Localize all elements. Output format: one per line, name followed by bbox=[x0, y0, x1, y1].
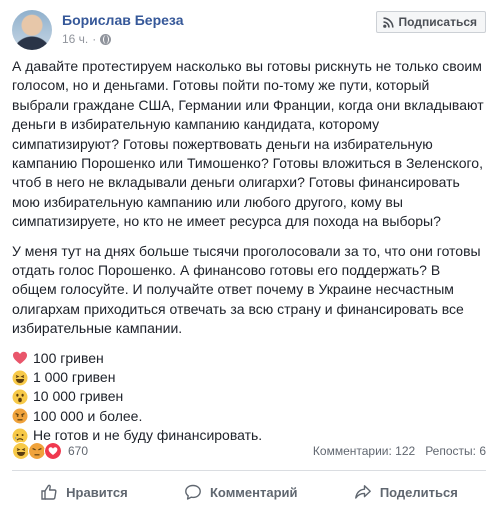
love-icon bbox=[44, 442, 62, 460]
heart-icon bbox=[12, 350, 28, 366]
post-header: Борислав Береза 16 ч. · Подписаться bbox=[12, 10, 486, 54]
option-label: 100 000 и более. bbox=[33, 407, 143, 424]
share-button[interactable]: Поделиться bbox=[344, 477, 468, 507]
comment-button[interactable]: Комментарий bbox=[174, 477, 308, 507]
reactions-bar: 670 Комментарии: 122 Репосты: 6 bbox=[12, 440, 486, 462]
share-icon bbox=[354, 485, 371, 499]
shares-count[interactable]: Репосты: 6 bbox=[425, 444, 486, 458]
engagement-counts: Комментарии: 122 Репосты: 6 bbox=[303, 444, 486, 458]
option-row: 10 000 гривен bbox=[12, 387, 484, 406]
author-avatar[interactable] bbox=[12, 10, 52, 50]
meta-separator: · bbox=[92, 32, 97, 46]
subscribe-button[interactable]: Подписаться bbox=[375, 11, 486, 33]
post-text: А давайте протестируем насколько вы гото… bbox=[12, 57, 484, 445]
comment-label: Комментарий bbox=[209, 484, 298, 500]
globe-icon[interactable] bbox=[100, 33, 112, 45]
action-bar: Нравится Комментарий Поделиться bbox=[12, 476, 486, 508]
divider bbox=[12, 470, 486, 471]
option-row: 100 000 и более. bbox=[12, 407, 484, 426]
angry-icon bbox=[12, 408, 28, 424]
post-time[interactable]: 16 ч. bbox=[62, 32, 88, 46]
option-row: 1 000 гривен bbox=[12, 368, 484, 387]
thumbs-up-icon bbox=[41, 484, 57, 500]
reaction-count[interactable]: 670 bbox=[68, 444, 88, 458]
author-name[interactable]: Борислав Береза bbox=[62, 12, 183, 28]
option-label: 10 000 гривен bbox=[33, 388, 124, 405]
haha-icon bbox=[12, 370, 28, 386]
rss-icon bbox=[382, 16, 394, 28]
option-label: 100 гривен bbox=[33, 349, 104, 366]
option-label: 1 000 гривен bbox=[33, 368, 116, 385]
like-button[interactable]: Нравится bbox=[30, 477, 138, 507]
comment-icon bbox=[185, 484, 201, 500]
option-row: 100 гривен bbox=[12, 349, 484, 368]
comments-count[interactable]: Комментарии: 122 bbox=[313, 444, 415, 458]
share-label: Поделиться bbox=[379, 484, 458, 500]
like-label: Нравится bbox=[66, 484, 128, 500]
subscribe-label: Подписаться bbox=[398, 15, 477, 29]
wow-icon bbox=[12, 389, 28, 405]
facebook-post: Борислав Береза 16 ч. · Подписаться А да… bbox=[0, 0, 498, 509]
reaction-icons[interactable] bbox=[12, 442, 62, 460]
post-meta: 16 ч. · bbox=[62, 32, 112, 46]
post-paragraph: А давайте протестируем насколько вы гото… bbox=[12, 58, 484, 230]
post-paragraph: У меня тут на днях больше тысячи проголо… bbox=[12, 242, 481, 337]
